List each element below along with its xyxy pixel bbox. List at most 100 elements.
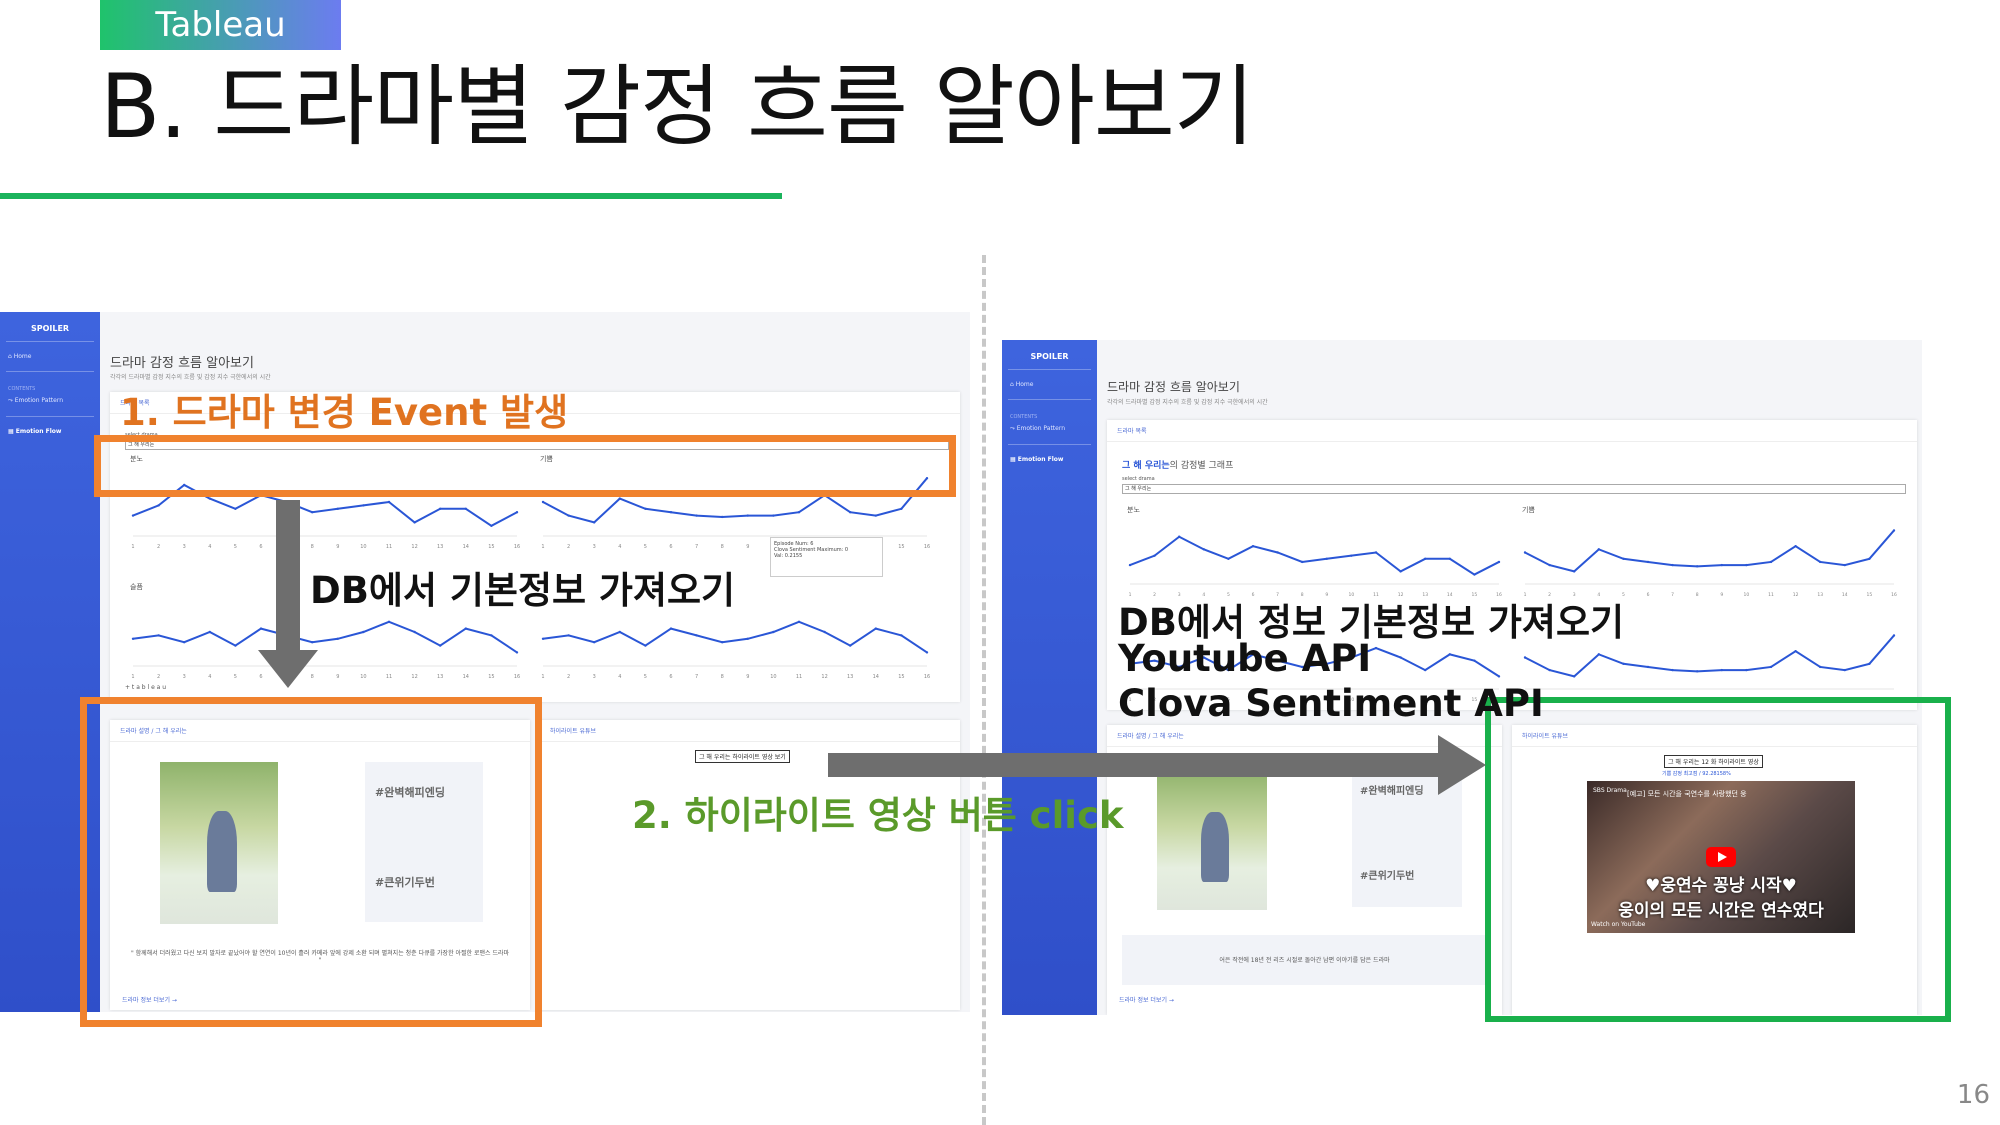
chart-label-anger: 분노 bbox=[1127, 506, 1140, 514]
data-point bbox=[541, 637, 545, 640]
data-point bbox=[464, 627, 467, 630]
data-point bbox=[1769, 665, 1773, 669]
x-tick-label: 15 bbox=[488, 544, 494, 550]
data-point bbox=[1301, 560, 1304, 564]
series-line bbox=[132, 620, 518, 654]
nav-emotion-flow[interactable]: ▦ Emotion Flow bbox=[1002, 453, 1097, 466]
x-tick-label: 4 bbox=[618, 544, 621, 550]
x-tick-label: 5 bbox=[234, 674, 237, 680]
right-sidebar: SPOILER ⌂ Home CONTENTS ⤳ Emotion Patter… bbox=[1002, 340, 1097, 1015]
data-point bbox=[1696, 670, 1699, 673]
data-point bbox=[900, 507, 903, 510]
dashboard-subtitle: 각각의 드라마별 감정 지수의 흐름 및 감정 지수 극한에서의 시간 bbox=[110, 374, 271, 381]
data-point bbox=[1769, 560, 1773, 564]
data-point bbox=[336, 507, 339, 510]
data-point bbox=[567, 514, 570, 517]
data-point bbox=[1573, 570, 1576, 573]
select-highlight-box bbox=[94, 435, 956, 497]
x-tick-label: 12 bbox=[411, 674, 417, 680]
drama-select[interactable]: 그 해 우리는 bbox=[1122, 484, 1906, 494]
x-tick-label: 2 bbox=[157, 544, 160, 550]
dashboard-title: 드라마 감정 흐름 알아보기 bbox=[1107, 380, 1240, 394]
brand-logo: SPOILER bbox=[1030, 352, 1069, 361]
data-point bbox=[593, 521, 596, 524]
data-point bbox=[1227, 557, 1230, 560]
x-tick-label: 1 bbox=[541, 674, 544, 680]
x-tick-label: 10 bbox=[360, 544, 366, 550]
graph-title: 그 해 우리는의 감정별 그래프 bbox=[1122, 461, 1234, 471]
data-point bbox=[925, 651, 929, 654]
nav-home[interactable]: ⌂ Home bbox=[1002, 378, 1097, 391]
more-info-link[interactable]: 드라마 정보 더보기 → bbox=[1119, 995, 1174, 1004]
data-point bbox=[874, 514, 877, 517]
nav-section-label: CONTENTS bbox=[1010, 414, 1038, 420]
data-point bbox=[413, 630, 416, 634]
data-point bbox=[157, 634, 160, 637]
nav-section-label: CONTENTS bbox=[8, 386, 36, 392]
x-tick-label: 1 bbox=[131, 544, 134, 550]
x-tick-label: 1 bbox=[131, 674, 134, 680]
data-point bbox=[797, 511, 801, 514]
select-label: select drama bbox=[1122, 476, 1155, 482]
x-tick-label: 15 bbox=[488, 674, 494, 680]
x-tick-label: 10 bbox=[360, 674, 366, 680]
data-point bbox=[1523, 551, 1527, 554]
title-underline bbox=[0, 193, 782, 199]
x-tick-label: 16 bbox=[514, 674, 520, 680]
data-point bbox=[1153, 554, 1156, 557]
data-point bbox=[464, 507, 467, 510]
data-point bbox=[1251, 545, 1255, 548]
x-tick-label: 13 bbox=[1817, 592, 1823, 598]
data-point bbox=[439, 507, 442, 510]
data-point bbox=[669, 627, 673, 630]
nav-home[interactable]: ⌂ Home bbox=[0, 350, 100, 363]
data-point bbox=[234, 644, 237, 647]
x-tick-label: 7 bbox=[1671, 592, 1674, 598]
x-tick-label: 1 bbox=[541, 544, 544, 550]
highlight-video-button[interactable]: 그 해 우리는 하이라이트 영상 보기 bbox=[695, 750, 790, 763]
hashtag-2: #큰위기두번 bbox=[1360, 871, 1415, 882]
data-point bbox=[669, 511, 673, 514]
data-point bbox=[1597, 653, 1600, 656]
data-point bbox=[131, 637, 135, 640]
data-point bbox=[695, 634, 698, 637]
data-point bbox=[387, 620, 391, 623]
x-tick-label: 15 bbox=[1867, 592, 1873, 598]
x-tick-label: 3 bbox=[593, 544, 596, 550]
data-point bbox=[1843, 563, 1846, 567]
data-point bbox=[1350, 554, 1353, 557]
chart-tooltip: Episode Num: 6 Clova Sentiment Maximum: … bbox=[770, 537, 883, 577]
data-point bbox=[1523, 656, 1527, 659]
card-header: 드라마 목록 bbox=[1107, 420, 1917, 442]
data-point bbox=[1178, 535, 1181, 538]
data-point bbox=[515, 511, 519, 514]
x-tick-label: 11 bbox=[796, 674, 802, 680]
nav-emotion-pattern[interactable]: ⤳ Emotion Pattern bbox=[0, 394, 100, 408]
nav-emotion-pattern[interactable]: ⤳ Emotion Pattern bbox=[1002, 422, 1097, 436]
slide-title: B. 드라마별 감정 흐름 알아보기 bbox=[100, 55, 1255, 158]
x-tick-label: 16 bbox=[1891, 592, 1897, 598]
data-point bbox=[1399, 570, 1402, 573]
x-tick-label: 10 bbox=[770, 674, 776, 680]
data-point bbox=[362, 630, 365, 634]
tableau-logo: + t a b l e a u bbox=[125, 684, 167, 691]
data-point bbox=[1448, 653, 1451, 656]
data-point bbox=[1646, 665, 1650, 669]
annotation-clova-api: Clova Sentiment API bbox=[1118, 682, 1544, 725]
data-point bbox=[1892, 634, 1896, 637]
series-line bbox=[1524, 529, 1895, 573]
x-tick-label: 8 bbox=[721, 674, 724, 680]
x-tick-label: 16 bbox=[924, 674, 930, 680]
data-point bbox=[1696, 565, 1699, 568]
nav-emotion-flow[interactable]: ▦ Emotion Flow bbox=[0, 425, 100, 438]
data-point bbox=[1473, 573, 1476, 576]
description-box: 어은 작전에 18년 전 리즈 시절로 돌아간 남편 이야기를 담은 드라마 bbox=[1122, 935, 1487, 985]
data-point bbox=[618, 630, 621, 634]
x-tick-label: 12 bbox=[821, 674, 827, 680]
data-point bbox=[874, 627, 877, 630]
x-tick-label: 14 bbox=[463, 674, 469, 680]
x-tick-label: 2 bbox=[567, 544, 570, 550]
data-point bbox=[618, 497, 621, 500]
data-point bbox=[413, 521, 416, 524]
center-divider bbox=[982, 255, 986, 1125]
